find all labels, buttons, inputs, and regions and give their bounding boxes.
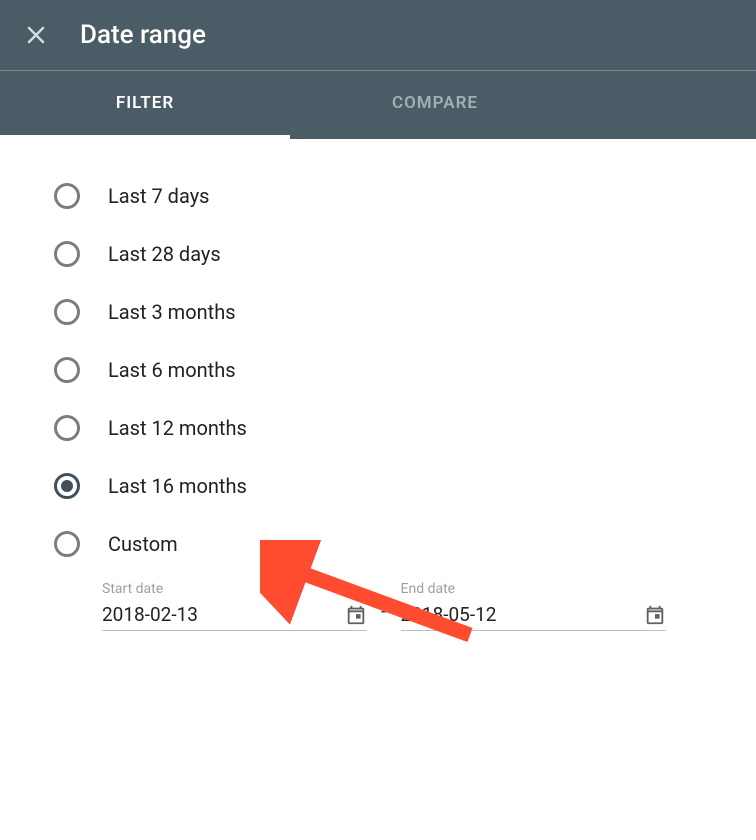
radio-label: Last 7 days [108, 184, 209, 208]
calendar-icon[interactable] [644, 604, 666, 626]
close-icon[interactable] [24, 23, 48, 47]
tab-filter[interactable]: FILTER [0, 71, 290, 139]
option-last-28-days[interactable]: Last 28 days [50, 225, 716, 283]
end-date-field[interactable]: End date 2018-05-12 [401, 581, 666, 631]
start-date-field[interactable]: Start date 2018-02-13 [102, 581, 367, 631]
radio-icon [54, 531, 80, 557]
custom-date-row: Start date 2018-02-13 - End date 2018-05… [50, 581, 716, 631]
start-date-label: Start date [102, 581, 367, 597]
radio-label: Last 12 months [108, 416, 247, 440]
start-date-value: 2018-02-13 [102, 603, 198, 626]
date-range-radio-group: Last 7 days Last 28 days Last 3 months L… [50, 167, 716, 573]
radio-icon [54, 473, 80, 499]
option-last-12-months[interactable]: Last 12 months [50, 399, 716, 457]
option-last-3-months[interactable]: Last 3 months [50, 283, 716, 341]
date-separator: - [381, 599, 387, 631]
titlebar: Date range [0, 0, 756, 70]
end-date-input-wrap: 2018-05-12 [401, 603, 666, 626]
dialog-header: Date range FILTER COMPARE [0, 0, 756, 139]
radio-icon [54, 241, 80, 267]
tabs: FILTER COMPARE [0, 71, 756, 139]
end-date-label: End date [401, 581, 666, 597]
radio-label: Custom [108, 532, 178, 556]
option-last-7-days[interactable]: Last 7 days [50, 167, 716, 225]
radio-icon [54, 183, 80, 209]
start-date-input-wrap: 2018-02-13 [102, 603, 367, 626]
radio-icon [54, 415, 80, 441]
radio-icon [54, 299, 80, 325]
radio-label: Last 16 months [108, 474, 247, 498]
dialog-title: Date range [80, 20, 206, 50]
dialog-content: Last 7 days Last 28 days Last 3 months L… [0, 139, 756, 659]
end-date-value: 2018-05-12 [401, 603, 497, 626]
calendar-icon[interactable] [345, 604, 367, 626]
option-last-6-months[interactable]: Last 6 months [50, 341, 716, 399]
tab-compare[interactable]: COMPARE [290, 71, 580, 139]
radio-label: Last 28 days [108, 242, 221, 266]
option-custom[interactable]: Custom [50, 515, 716, 573]
option-last-16-months[interactable]: Last 16 months [50, 457, 716, 515]
radio-icon [54, 357, 80, 383]
radio-label: Last 3 months [108, 300, 236, 324]
radio-label: Last 6 months [108, 358, 236, 382]
